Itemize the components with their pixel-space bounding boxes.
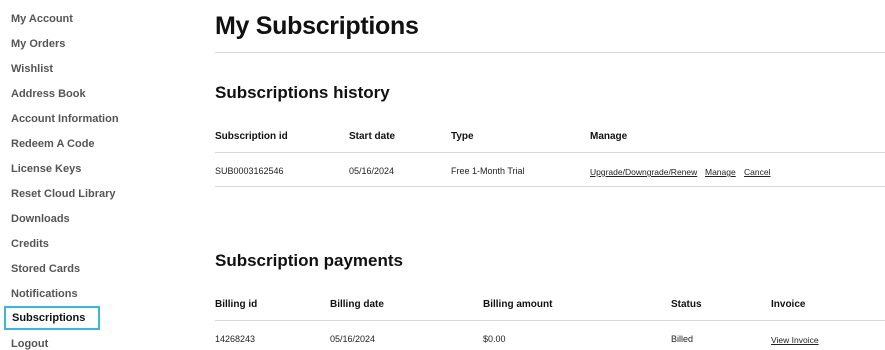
subscription-type-cell: Free 1-Month Trial [451,166,525,176]
sidebar-item-my-account[interactable]: My Account [11,13,73,25]
column-header-billing-id: Billing id [215,299,258,310]
sidebar-item-license-keys[interactable]: License Keys [11,163,81,175]
column-header-invoice: Invoice [771,299,806,310]
subscription-id-cell: SUB0003162546 [215,166,284,176]
page-title: My Subscriptions [215,12,419,40]
subscription-payments-heading: Subscription payments [215,251,403,270]
sidebar-item-credits[interactable]: Credits [11,238,49,250]
column-header-status: Status [671,299,702,310]
view-invoice-link[interactable]: View Invoice [771,335,819,345]
sidebar-item-logout[interactable]: Logout [11,338,48,350]
subscriptions-history-heading: Subscriptions history [215,83,390,102]
column-header-start-date: Start date [349,131,396,142]
sidebar-item-notifications[interactable]: Notifications [11,288,78,300]
sidebar-item-my-orders[interactable]: My Orders [11,38,65,50]
column-header-manage: Manage [590,131,628,142]
account-sidebar: My Account My Orders Wishlist Address Bo… [0,0,200,350]
sidebar-item-stored-cards[interactable]: Stored Cards [11,263,80,275]
table-header-divider [215,152,885,153]
sidebar-item-account-information[interactable]: Account Information [11,113,119,125]
upgrade-downgrade-renew-link[interactable]: Upgrade/Downgrade/Renew [590,167,697,177]
start-date-cell: 05/16/2024 [349,166,395,176]
table-header-divider [215,320,885,321]
title-divider [215,52,885,53]
column-header-type: Type [451,131,474,142]
sidebar-item-wishlist[interactable]: Wishlist [11,63,53,75]
column-header-billing-date: Billing date [330,299,384,310]
sidebar-item-redeem-a-code[interactable]: Redeem A Code [11,138,95,150]
column-header-billing-amount: Billing amount [483,299,553,310]
table-row-divider [215,186,885,187]
sidebar-item-downloads[interactable]: Downloads [11,213,70,225]
column-header-subscription-id: Subscription id [215,131,288,142]
billing-id-cell: 14268243 [215,334,256,344]
billing-status-cell: Billed [671,334,694,344]
sidebar-item-subscriptions[interactable]: Subscriptions [4,306,100,330]
cancel-link[interactable]: Cancel [744,167,770,177]
sidebar-item-address-book[interactable]: Address Book [11,88,86,100]
billing-amount-cell: $0.00 [483,334,506,344]
sidebar-item-reset-cloud-library[interactable]: Reset Cloud Library [11,188,116,200]
manage-link[interactable]: Manage [705,167,736,177]
main-content: My Subscriptions Subscriptions history S… [215,0,885,349]
billing-date-cell: 05/16/2024 [330,334,376,344]
